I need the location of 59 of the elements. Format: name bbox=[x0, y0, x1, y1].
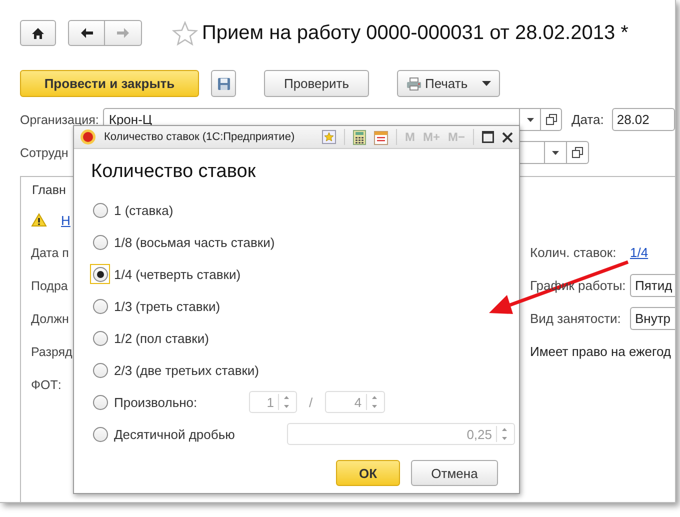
open-button[interactable] bbox=[567, 141, 589, 164]
caret-icon bbox=[552, 150, 559, 154]
fraction-slash: / bbox=[309, 394, 313, 410]
field-label: Подра bbox=[31, 278, 68, 292]
option-label: 2/3 (две третьих ставки) bbox=[114, 362, 260, 378]
back-button[interactable] bbox=[68, 20, 105, 46]
option-label: 1/3 (треть ставки) bbox=[114, 298, 220, 314]
maximize-icon[interactable] bbox=[482, 131, 494, 143]
open-button[interactable] bbox=[541, 108, 562, 131]
date-field[interactable]: 28.02 bbox=[612, 108, 675, 131]
star-icon[interactable] bbox=[172, 20, 198, 46]
right-arrow-icon bbox=[116, 27, 130, 39]
option-label: 1/4 (четверть ставки) bbox=[114, 266, 241, 282]
home-button[interactable] bbox=[20, 20, 56, 46]
cancel-button[interactable]: Отмена bbox=[411, 460, 498, 486]
field-label: Колич. ставок: bbox=[530, 245, 618, 260]
checkbox-label: Имеет право на ежегод bbox=[530, 344, 671, 359]
dropdown-button[interactable] bbox=[520, 108, 542, 131]
warning-icon bbox=[31, 213, 47, 227]
field-label: Вид занятости: bbox=[530, 311, 622, 326]
post-and-close-button[interactable]: Провести и закрыть bbox=[20, 70, 199, 97]
star-icon[interactable] bbox=[322, 130, 336, 144]
option-label: Десятичной дробью bbox=[114, 426, 235, 442]
caret-icon bbox=[526, 118, 534, 122]
open-window-icon bbox=[546, 114, 557, 125]
save-button[interactable] bbox=[211, 70, 236, 97]
field-label: Дата: bbox=[571, 112, 604, 127]
ok-button[interactable]: ОК bbox=[336, 460, 400, 486]
home-icon bbox=[31, 26, 45, 40]
field-label: Сотрудн bbox=[20, 146, 70, 160]
field-label: Должн bbox=[31, 312, 69, 326]
field-label: ФОТ: bbox=[31, 378, 62, 392]
tab[interactable]: Главн bbox=[32, 183, 66, 197]
app-logo-icon bbox=[80, 129, 96, 145]
radio-button[interactable] bbox=[90, 264, 110, 284]
select-field[interactable]: Пятид bbox=[630, 274, 675, 297]
field-label: Дата п bbox=[31, 246, 69, 260]
warning-link[interactable]: Н bbox=[61, 212, 70, 228]
calendar-icon[interactable] bbox=[374, 130, 388, 144]
select-field[interactable]: Внутр bbox=[630, 307, 675, 330]
option-label: 1/2 (пол ставки) bbox=[114, 330, 209, 346]
printer-icon bbox=[406, 76, 422, 90]
open-window-icon bbox=[572, 147, 583, 158]
calculator-icon[interactable] bbox=[352, 130, 366, 144]
field-label: Организация: bbox=[20, 112, 100, 126]
field-label: Разряд bbox=[31, 344, 72, 358]
dropdown-button[interactable] bbox=[545, 141, 567, 164]
dialog-heading: Количество ставок bbox=[90, 160, 257, 184]
rate-link[interactable]: 1/4 bbox=[630, 245, 648, 260]
caret-icon bbox=[482, 81, 491, 86]
check-button[interactable]: Проверить bbox=[264, 70, 369, 97]
left-arrow-icon bbox=[80, 27, 94, 39]
option-label: 1/8 (восьмая часть ставки) bbox=[114, 234, 275, 250]
close-icon[interactable] bbox=[502, 132, 513, 142]
option-label: Произвольно: bbox=[114, 394, 198, 410]
dialog-title: Количество ставок (1С:Предприятие) bbox=[104, 131, 295, 143]
print-button[interactable]: Печать bbox=[397, 70, 500, 97]
window-title: Прием на работу 0000-000031 от 28.02.2013 * bbox=[202, 22, 628, 44]
option-label: 1 (ставка) bbox=[114, 202, 174, 218]
